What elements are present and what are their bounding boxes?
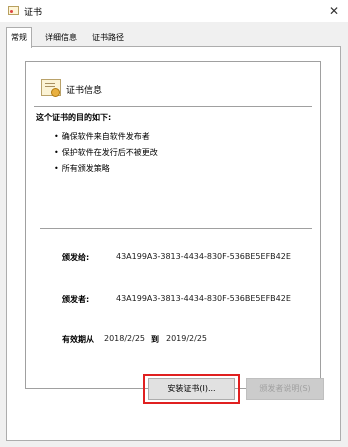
title-bar: 证书 ✕ — [0, 0, 348, 22]
tab-general[interactable]: 常规 — [6, 27, 32, 48]
tab-details[interactable]: 详细信息 — [41, 29, 81, 46]
purpose-heading: 这个证书的目的如下: — [36, 113, 112, 122]
certificate-info-box: 证书信息 这个证书的目的如下: 确保软件来自软件发布者 保护软件在发行后不被更改… — [25, 61, 321, 389]
certificate-info-icon — [41, 79, 61, 97]
issuer-statement-button[interactable]: 颁发者说明(S) — [246, 378, 324, 400]
valid-to-date: 2019/2/25 — [166, 334, 208, 343]
validity-label: 有效期从 — [62, 335, 94, 344]
close-button[interactable]: ✕ — [320, 0, 348, 22]
purpose-item: 保护软件在发行后不被更改 — [54, 146, 158, 162]
window-title: 证书 — [24, 8, 43, 18]
issued-to-value: 43A199A3-3813-4434-830F-536BE5EFB42E — [116, 252, 291, 261]
divider — [34, 106, 312, 107]
validity-to-label: 到 — [151, 335, 159, 344]
purpose-item: 所有颁发策略 — [54, 162, 158, 178]
issued-by-value: 43A199A3-3813-4434-830F-536BE5EFB42E — [116, 294, 291, 303]
certificate-info-title: 证书信息 — [66, 86, 103, 96]
divider — [40, 228, 312, 229]
purpose-item: 确保软件来自软件发布者 — [54, 130, 158, 146]
tab-certification-path[interactable]: 证书路径 — [88, 29, 128, 46]
issued-by-label: 颁发者: — [62, 295, 90, 304]
certificate-icon — [8, 6, 19, 15]
install-certificate-button[interactable]: 安装证书(I)... — [148, 378, 235, 400]
issued-to-label: 颁发给: — [62, 253, 90, 262]
purpose-list: 确保软件来自软件发布者 保护软件在发行后不被更改 所有颁发策略 — [54, 130, 158, 178]
valid-from-date: 2018/2/25 — [104, 334, 146, 343]
general-tab-panel: 证书信息 这个证书的目的如下: 确保软件来自软件发布者 保护软件在发行后不被更改… — [6, 46, 341, 441]
